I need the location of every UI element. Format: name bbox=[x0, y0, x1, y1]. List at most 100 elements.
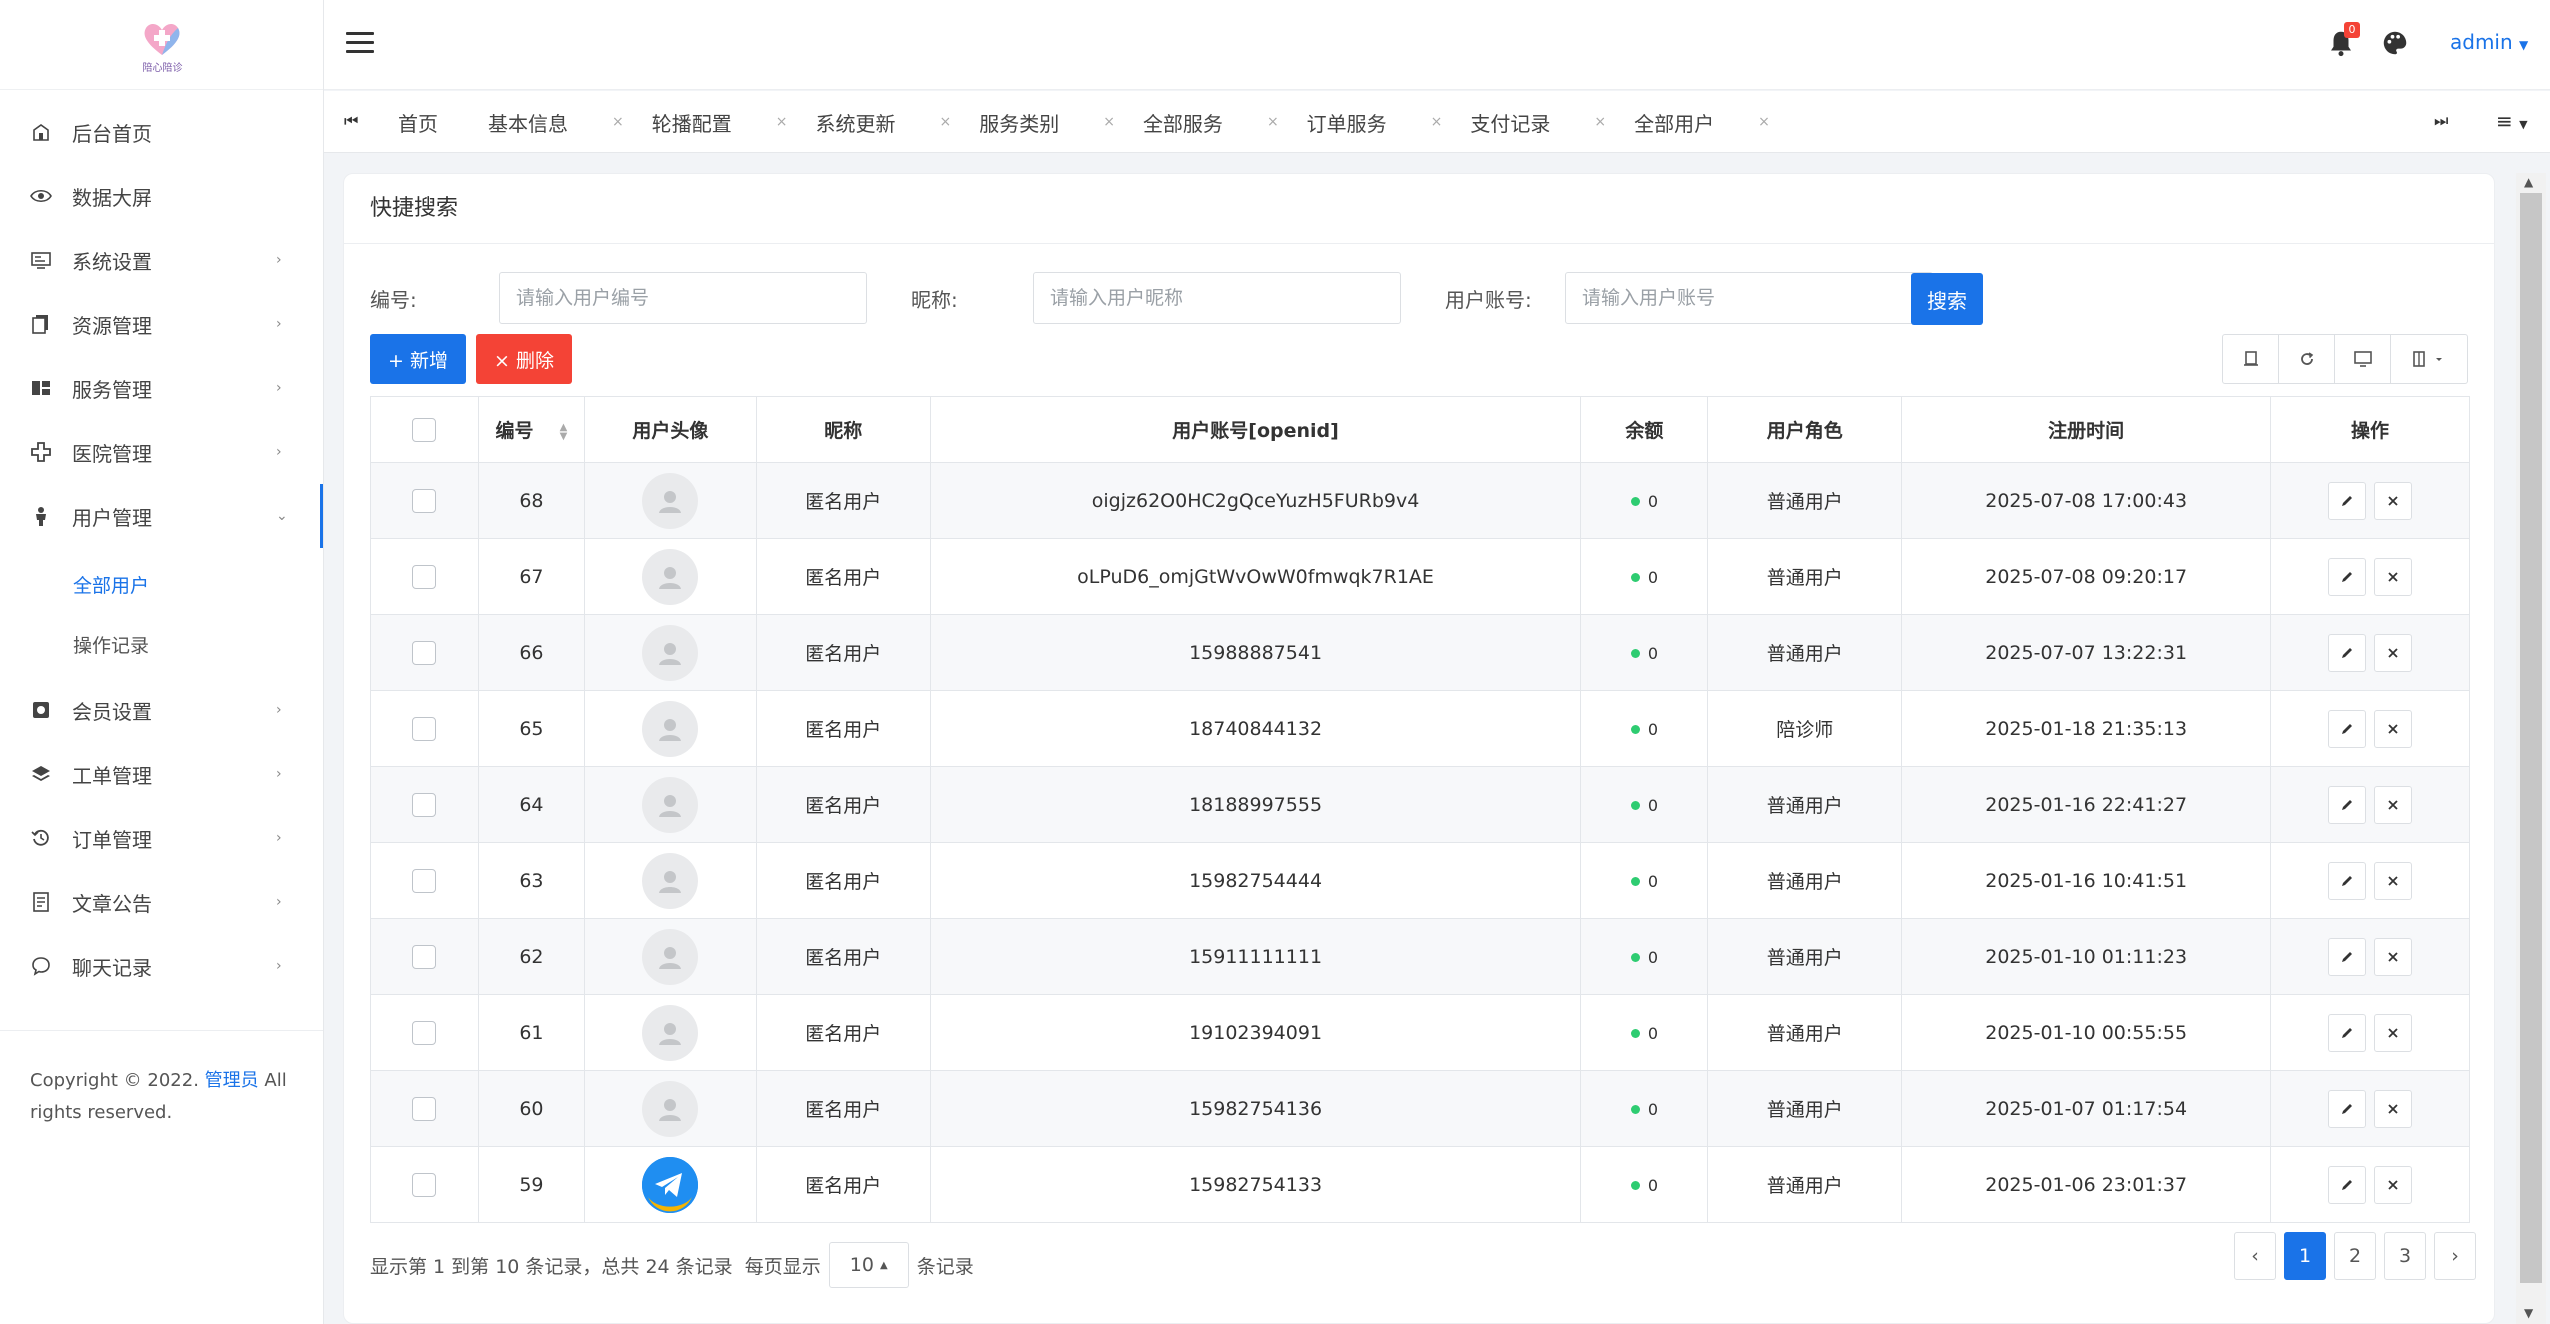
remove-icon[interactable] bbox=[2374, 709, 2413, 748]
sidebar-item-10[interactable]: 文章公告 › bbox=[0, 870, 323, 934]
sidebar-item-4[interactable]: 服务管理 › bbox=[0, 356, 323, 420]
row-select-cell[interactable] bbox=[370, 462, 479, 539]
edit-icon[interactable] bbox=[2328, 633, 2367, 672]
remove-icon[interactable] bbox=[2374, 1013, 2413, 1052]
tab-scroll-left-icon[interactable]: ⏮ bbox=[344, 111, 358, 131]
row-select-cell[interactable] bbox=[370, 1070, 479, 1147]
row-checkbox[interactable] bbox=[412, 868, 437, 893]
submenu-item-0[interactable]: 全部用户 bbox=[0, 554, 323, 614]
tab-close-icon[interactable]: × bbox=[1103, 114, 1115, 130]
sidebar-item-6[interactable]: 用户管理 ⌄ bbox=[0, 484, 323, 548]
row-checkbox[interactable] bbox=[412, 1172, 437, 1197]
page-scrollbar[interactable]: ▲ ▼ bbox=[2516, 173, 2546, 1324]
next-page-button[interactable]: › bbox=[2434, 1232, 2476, 1280]
table-row[interactable]: 61 匿名用户 19102394091 0 普通用户 2025-01-10 00:55:5… bbox=[370, 994, 2470, 1071]
row-select-cell[interactable] bbox=[370, 918, 479, 995]
tab-8[interactable]: 全部用户 × bbox=[1620, 91, 1784, 153]
sidebar-item-0[interactable]: 后台首页 bbox=[0, 100, 323, 164]
tab-7[interactable]: 支付记录 × bbox=[1456, 91, 1620, 153]
row-checkbox[interactable] bbox=[412, 944, 437, 969]
page-size-select[interactable]: 10 ▲ bbox=[828, 1242, 909, 1288]
delete-button[interactable]: × 删除 bbox=[476, 334, 572, 384]
remove-icon[interactable] bbox=[2374, 785, 2413, 824]
row-select-cell[interactable] bbox=[370, 538, 479, 615]
sidebar-item-8[interactable]: 工单管理 › bbox=[0, 742, 323, 806]
edit-icon[interactable] bbox=[2328, 1013, 2367, 1052]
tab-close-icon[interactable]: × bbox=[776, 114, 788, 130]
user-id-input[interactable] bbox=[499, 272, 867, 324]
edit-icon[interactable] bbox=[2328, 785, 2367, 824]
table-row[interactable]: 65 匿名用户 18740844132 0 陪诊师 2025-01-18 21:35:13 bbox=[370, 690, 2470, 767]
table-row[interactable]: 66 匿名用户 15988887541 0 普通用户 2025-07-07 13:22:3… bbox=[370, 614, 2470, 691]
submenu-item-1[interactable]: 操作记录 bbox=[0, 614, 323, 674]
edit-icon[interactable] bbox=[2328, 1165, 2367, 1204]
tab-2[interactable]: 轮播配置 × bbox=[638, 91, 802, 153]
edit-icon[interactable] bbox=[2328, 861, 2367, 900]
sidebar-item-2[interactable]: 系统设置 › bbox=[0, 228, 323, 292]
toggle-search-icon[interactable] bbox=[2223, 335, 2279, 383]
remove-icon[interactable] bbox=[2374, 937, 2413, 976]
tab-close-icon[interactable]: × bbox=[1594, 114, 1606, 130]
menu-toggle-icon[interactable] bbox=[346, 32, 374, 54]
table-row[interactable]: 60 匿名用户 15982754136 0 普通用户 2025-01-07 01:17:5… bbox=[370, 1070, 2470, 1147]
tab-0[interactable]: 首页 bbox=[384, 91, 474, 153]
table-row[interactable]: 59 匿名用户 15982754133 0 普通用户 2025-01-06 23:01:3… bbox=[370, 1146, 2470, 1223]
page-button-2[interactable]: 2 bbox=[2334, 1232, 2376, 1280]
scrollbar-thumb[interactable] bbox=[2520, 193, 2542, 1283]
select-all-checkbox[interactable] bbox=[412, 417, 437, 442]
sidebar-item-11[interactable]: 聊天记录 › bbox=[0, 934, 323, 998]
card-view-icon[interactable] bbox=[2335, 335, 2391, 383]
edit-icon[interactable] bbox=[2328, 1089, 2367, 1128]
sidebar-item-3[interactable]: 资源管理 › bbox=[0, 292, 323, 356]
edit-icon[interactable] bbox=[2328, 557, 2367, 596]
remove-icon[interactable] bbox=[2374, 481, 2413, 520]
page-button-1[interactable]: 1 bbox=[2284, 1232, 2326, 1280]
header-id[interactable]: 编号 ▲ ▼ bbox=[477, 396, 585, 463]
palette-icon[interactable] bbox=[2380, 28, 2410, 58]
scroll-down-icon[interactable]: ▼ bbox=[2524, 1306, 2533, 1320]
row-checkbox[interactable] bbox=[412, 716, 437, 741]
table-row[interactable]: 68 匿名用户 oigjz62O0HC2gQceYuzH5FURb9v4 0 普通用户 2… bbox=[370, 462, 2470, 539]
sidebar-item-7[interactable]: 会员设置 › bbox=[0, 678, 323, 742]
sort-icon[interactable]: ▲ ▼ bbox=[560, 422, 568, 441]
row-select-cell[interactable] bbox=[370, 690, 479, 767]
remove-icon[interactable] bbox=[2374, 1165, 2413, 1204]
tab-close-icon[interactable]: × bbox=[1431, 114, 1443, 130]
search-button[interactable]: 搜索 bbox=[1911, 273, 1983, 325]
tab-close-icon[interactable]: × bbox=[939, 114, 951, 130]
scroll-up-icon[interactable]: ▲ bbox=[2524, 175, 2533, 189]
page-button-3[interactable]: 3 bbox=[2384, 1232, 2426, 1280]
edit-icon[interactable] bbox=[2328, 709, 2367, 748]
row-select-cell[interactable] bbox=[370, 766, 479, 843]
columns-icon[interactable] bbox=[2391, 335, 2467, 383]
header-select-all[interactable] bbox=[370, 396, 479, 463]
row-select-cell[interactable] bbox=[370, 842, 479, 919]
footer-admin-link[interactable]: 管理员 bbox=[205, 1070, 259, 1091]
table-row[interactable]: 64 匿名用户 18188997555 0 普通用户 2025-01-16 22:41:2… bbox=[370, 766, 2470, 843]
add-button[interactable]: + 新增 bbox=[370, 334, 466, 384]
user-menu[interactable]: admin ▼ bbox=[2450, 30, 2528, 54]
remove-icon[interactable] bbox=[2374, 557, 2413, 596]
row-checkbox[interactable] bbox=[412, 640, 437, 665]
table-row[interactable]: 67 匿名用户 oLPuD6_omjGtWvOwW0fmwqk7R1AE 0 普通用户 2… bbox=[370, 538, 2470, 615]
tab-close-icon[interactable]: × bbox=[612, 114, 624, 130]
tab-close-icon[interactable]: × bbox=[1758, 114, 1770, 130]
nickname-input[interactable] bbox=[1033, 272, 1401, 324]
row-checkbox[interactable] bbox=[412, 488, 437, 513]
sidebar-item-9[interactable]: 订单管理 › bbox=[0, 806, 323, 870]
row-checkbox[interactable] bbox=[412, 1096, 437, 1121]
account-input[interactable] bbox=[1565, 272, 1933, 324]
row-select-cell[interactable] bbox=[370, 1146, 479, 1223]
remove-icon[interactable] bbox=[2374, 633, 2413, 672]
tab-3[interactable]: 系统更新 × bbox=[801, 91, 965, 153]
tab-1[interactable]: 基本信息 × bbox=[474, 91, 638, 153]
logo[interactable]: 陪心陪诊 bbox=[0, 0, 323, 90]
tab-close-icon[interactable]: × bbox=[1267, 114, 1279, 130]
table-row[interactable]: 63 匿名用户 15982754444 0 普通用户 2025-01-16 10:41:5… bbox=[370, 842, 2470, 919]
table-row[interactable]: 62 匿名用户 15911111111 0 普通用户 2025-01-10 01:11:2… bbox=[370, 918, 2470, 995]
tab-4[interactable]: 服务类别 × bbox=[965, 91, 1129, 153]
row-checkbox[interactable] bbox=[412, 564, 437, 589]
remove-icon[interactable] bbox=[2374, 1089, 2413, 1128]
prev-page-button[interactable]: ‹ bbox=[2234, 1232, 2276, 1280]
tab-scroll-right-icon[interactable]: ⏭ bbox=[2434, 111, 2448, 131]
